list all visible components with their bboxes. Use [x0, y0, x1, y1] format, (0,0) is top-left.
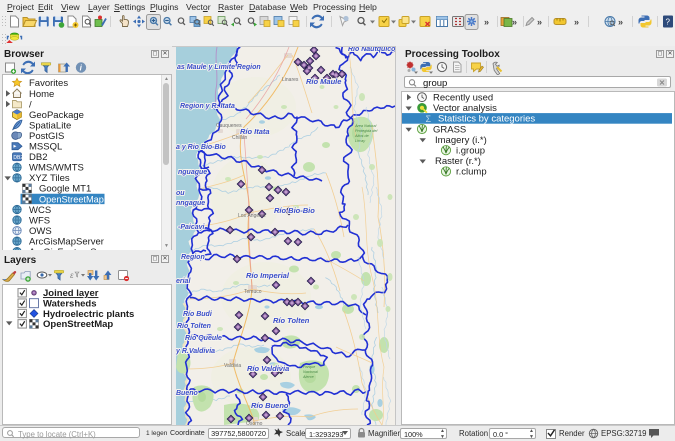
svg-text:Río Maule: Río Maule: [306, 77, 341, 86]
svg-text:Protegida del: Protegida del: [355, 129, 378, 133]
svg-text:Río Tolten: Río Tolten: [177, 323, 211, 330]
svg-text:OpenStreetMap: OpenStreetMap: [43, 319, 113, 330]
svg-text:as Maule y Limite Region: as Maule y Limite Region: [177, 64, 261, 71]
svg-text:Parque: Parque: [303, 365, 315, 369]
svg-text:Raster (r.*): Raster (r.*): [435, 156, 481, 167]
svg-text:Google MT1: Google MT1: [39, 184, 91, 195]
svg-text:ou: ou: [176, 190, 185, 197]
svg-text:i.group: i.group: [456, 146, 485, 157]
svg-text:WFS: WFS: [29, 215, 50, 226]
svg-text:Joined layer: Joined layer: [43, 288, 99, 299]
svg-text:Río Queule: Río Queule: [185, 335, 222, 342]
svg-text:-Paicavi: -Paicavi: [178, 224, 206, 231]
svg-text:ArcGisMapServer: ArcGisMapServer: [29, 236, 104, 247]
svg-text:nngague: nngague: [176, 200, 205, 207]
svg-text:Nacional: Nacional: [303, 370, 318, 374]
svg-text:Recently used: Recently used: [433, 93, 493, 104]
svg-text:Vector analysis: Vector analysis: [433, 103, 497, 114]
svg-text:/: /: [29, 99, 32, 110]
svg-text:ε: ε: [70, 271, 74, 280]
svg-text:WMS/WMTS: WMS/WMTS: [29, 163, 84, 174]
svg-text:DB2: DB2: [13, 155, 23, 161]
svg-text:Favorites: Favorites: [29, 78, 68, 89]
svg-text:Los Ángeles: Los Ángeles: [238, 212, 266, 219]
svg-text:Imagery (i.*): Imagery (i.*): [435, 135, 487, 146]
svg-text:Río Ñautquico: Río Ñautquico: [348, 47, 395, 53]
svg-text:»: »: [512, 17, 517, 27]
svg-text:Área Natural: Área Natural: [354, 124, 376, 128]
svg-text:nguague: nguague: [178, 169, 207, 176]
svg-text:Linares: Linares: [282, 77, 299, 83]
svg-text:Río Bueno: Río Bueno: [251, 401, 289, 410]
svg-text:Region: Region: [181, 254, 205, 261]
svg-text:»: »: [618, 17, 623, 27]
svg-text:Lircay: Lircay: [355, 139, 366, 143]
svg-text:»: »: [537, 17, 542, 27]
svg-text:Bueno: Bueno: [176, 390, 199, 397]
svg-text:Region y R. Itata: Region y R. Itata: [180, 103, 235, 110]
svg-text:DB2: DB2: [29, 152, 47, 163]
svg-text:Σ: Σ: [426, 114, 432, 124]
svg-text:Valdivia: Valdivia: [224, 363, 241, 369]
svg-text:a y Rio Bio-Bio: a y Rio Bio-Bio: [176, 144, 227, 151]
svg-text:Home: Home: [29, 89, 54, 100]
svg-text:XYZ Tiles: XYZ Tiles: [29, 173, 70, 184]
svg-text:Río Budi: Río Budi: [183, 311, 213, 318]
svg-text:PostGIS: PostGIS: [29, 131, 64, 142]
svg-text:Río Valdivia: Río Valdivia: [247, 364, 289, 373]
svg-text:Statistics by categories: Statistics by categories: [438, 114, 535, 125]
svg-text:WCS: WCS: [29, 205, 51, 216]
svg-text:erial: erial: [176, 278, 191, 285]
svg-text:group: group: [423, 78, 447, 89]
svg-text:»: »: [484, 17, 489, 27]
svg-text:y R.Valdivia: y R.Valdivia: [176, 348, 215, 355]
svg-text:Temuco: Temuco: [244, 289, 262, 295]
svg-text:Río Imperial: Río Imperial: [246, 271, 290, 280]
svg-text:OpenStreetMap: OpenStreetMap: [39, 194, 104, 204]
svg-text:?: ?: [666, 18, 671, 27]
svg-text:Chillán: Chillán: [232, 135, 248, 141]
svg-text:»: »: [574, 17, 579, 27]
svg-text:Alerce: Alerce: [302, 375, 314, 379]
svg-text:OWS: OWS: [29, 226, 52, 237]
svg-text:GeoPackage: GeoPackage: [29, 110, 84, 121]
svg-text:r.clump: r.clump: [456, 167, 487, 178]
svg-text:Altos de: Altos de: [354, 134, 369, 138]
svg-text:SpatiaLite: SpatiaLite: [29, 120, 71, 131]
svg-text:Hydroelectric plants: Hydroelectric plants: [43, 309, 134, 320]
svg-text:MSSQL: MSSQL: [29, 142, 62, 153]
svg-text:GRASS: GRASS: [433, 124, 466, 135]
svg-text:Cauquenes: Cauquenes: [216, 123, 242, 129]
svg-text:Río Tolten: Río Tolten: [273, 316, 310, 325]
svg-text:Río Bio-Bio: Río Bio-Bio: [274, 206, 315, 215]
svg-text:Watersheds: Watersheds: [43, 298, 97, 309]
